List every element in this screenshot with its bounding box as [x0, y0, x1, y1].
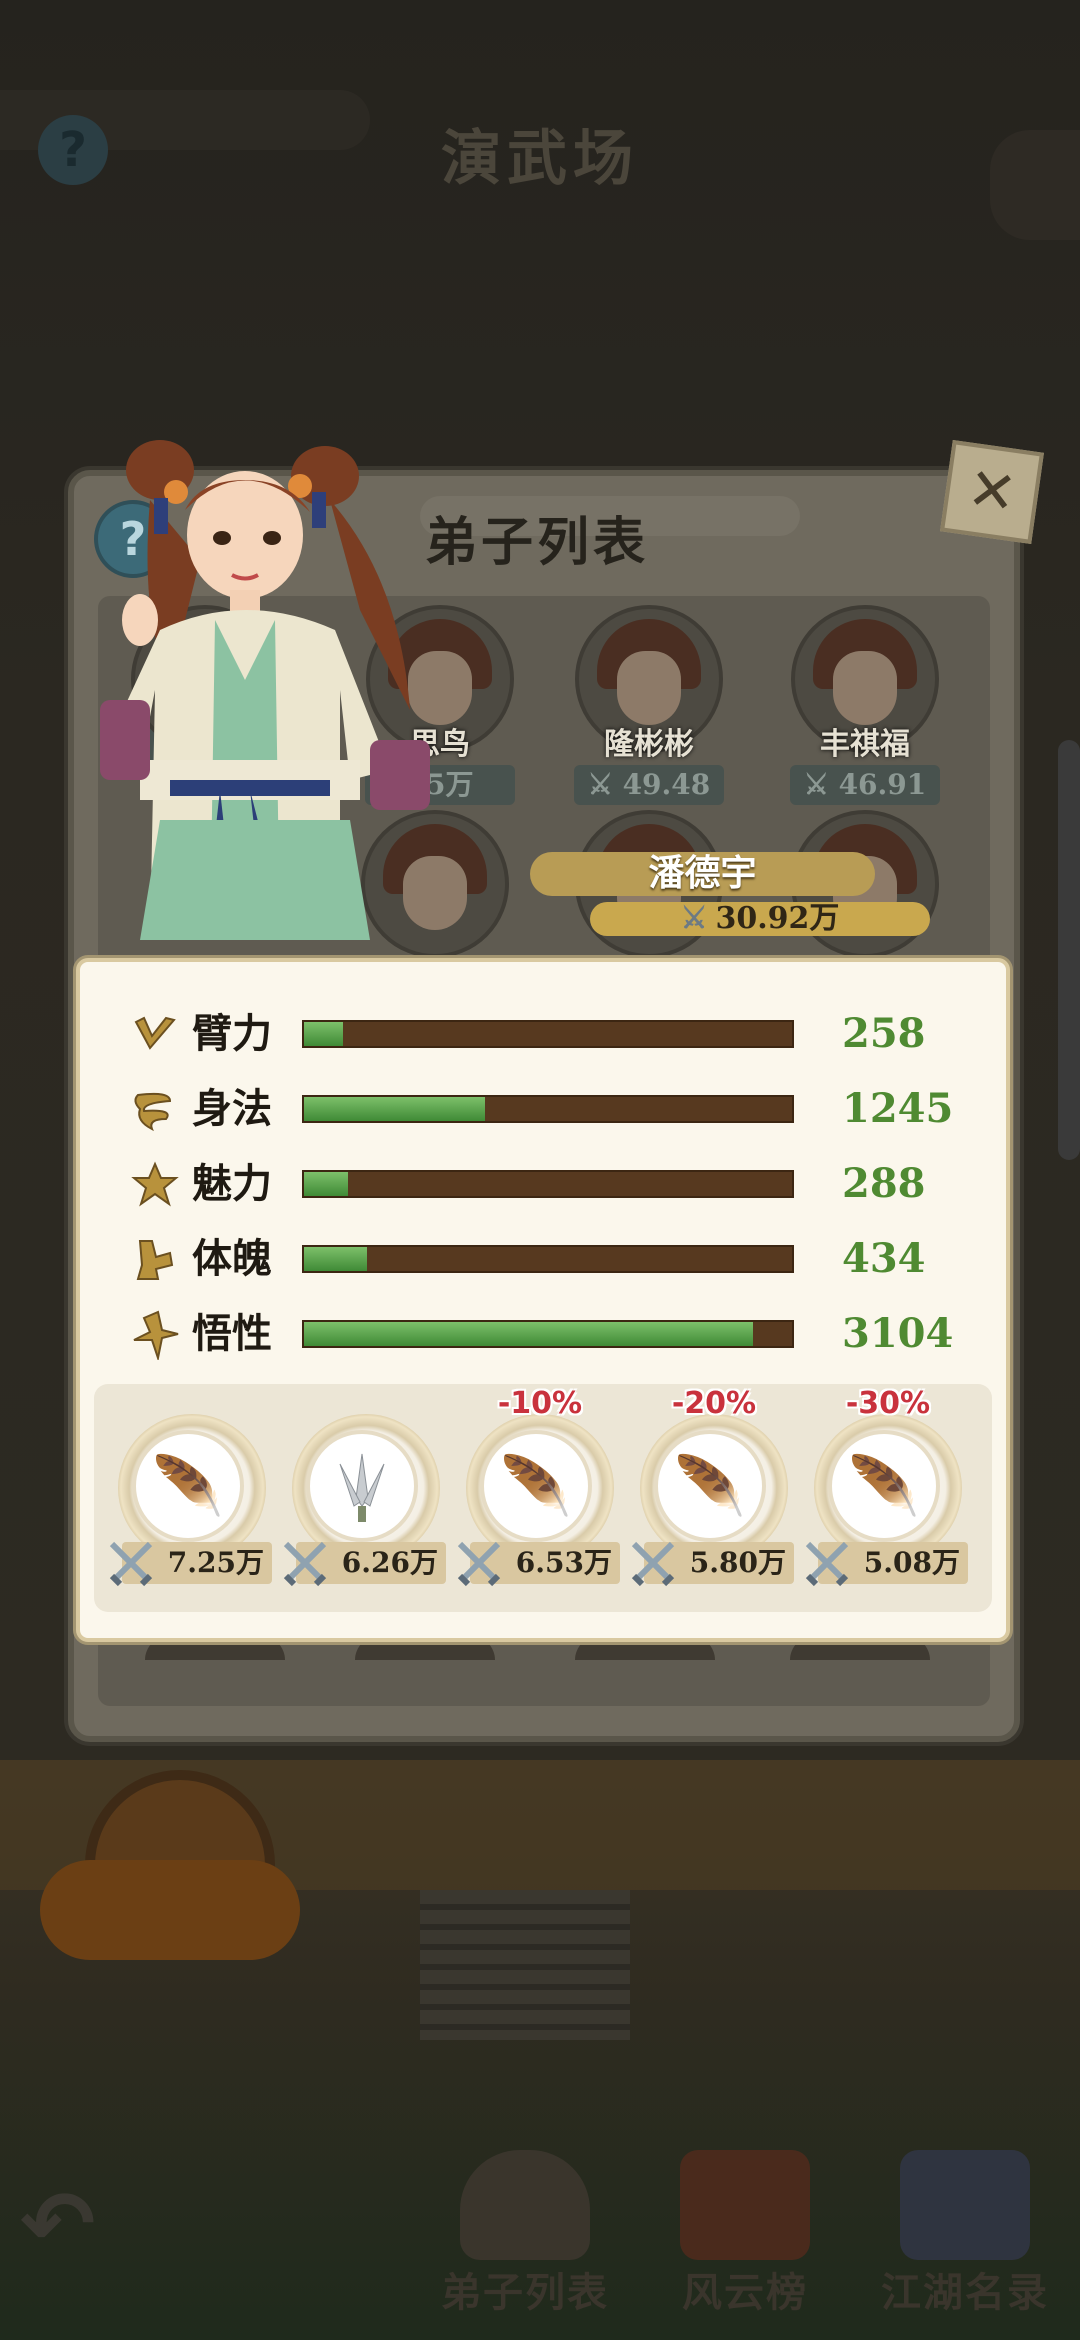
crossed-swords-icon: ⚔ — [680, 901, 708, 936]
equipment-tray: 🪶 7.25万 6.26万 🪶 -10% 6.53万 🪶 -20% 5.80万 — [94, 1384, 992, 1612]
feather-icon: 🪶 — [480, 1430, 592, 1542]
side-scrollbar[interactable] — [1058, 740, 1080, 1160]
stat-bar — [302, 1020, 794, 1048]
disciple-icon — [460, 2150, 590, 2260]
feather-icon: 🪶 — [132, 1430, 244, 1542]
back-arrow-icon[interactable]: ↶ — [20, 2180, 130, 2270]
equipment-slot[interactable]: 🪶 -20% 5.80万 — [631, 1386, 796, 1594]
scene-steps — [420, 1890, 630, 2040]
stat-bar-fill — [304, 1022, 344, 1046]
feather-icon: 🪶 — [654, 1430, 766, 1542]
nav-jianghu-directory[interactable]: 江湖名录 — [865, 2150, 1065, 2330]
nav-label: 弟子列表 — [441, 2269, 609, 2316]
crossed-swords-icon: ⚔ — [803, 768, 829, 801]
stat-bar — [302, 1095, 794, 1123]
equipment-slot[interactable]: 6.26万 — [283, 1414, 448, 1594]
stat-row-physique: 体魄 434 — [130, 1231, 990, 1287]
stat-bar-fill — [304, 1322, 753, 1346]
comprehension-icon — [133, 1310, 179, 1360]
physique-icon — [136, 1240, 174, 1280]
stat-bar — [302, 1245, 794, 1273]
stat-row-comprehension: 悟性 3104 — [130, 1306, 990, 1362]
stat-bar-fill — [304, 1247, 368, 1271]
close-icon[interactable]: ✕ — [940, 440, 1044, 544]
crossed-swords-icon — [805, 1541, 849, 1587]
feather-icon: 🪶 — [828, 1430, 940, 1542]
book-icon — [900, 2150, 1030, 2260]
equipment-slot[interactable]: 🪶 -10% 6.53万 — [457, 1386, 622, 1594]
crossed-swords-icon — [631, 1541, 675, 1587]
disciple-power: ⚔ 49.48万 — [574, 765, 724, 841]
stat-value: 3104 — [842, 1310, 954, 1357]
stat-label: 魅力 — [192, 1160, 272, 1207]
equipment-slot[interactable]: 🪶 7.25万 — [109, 1414, 274, 1594]
discount-tag: -20% — [671, 1386, 757, 1421]
disciple-name: 丰祺福 — [820, 727, 910, 762]
crossed-swords-icon — [283, 1541, 327, 1587]
selected-disciple-name: 潘德宇 — [530, 852, 875, 896]
disciple-power: ⚔ 46.91万 — [790, 765, 940, 841]
nav-ranking[interactable]: 风云榜 — [645, 2150, 845, 2330]
screen-title: 演武场 — [441, 124, 639, 194]
nav-label: 风云榜 — [682, 2269, 808, 2316]
selected-disciple-power: ⚔ 30.92万 — [590, 902, 930, 936]
throwing-knives-icon — [306, 1430, 418, 1542]
stats-card: 臂力 258 身法 1245 魅力 288 体魄 434 悟性 3104 🪶 7… — [76, 958, 1010, 1642]
crossed-swords-icon: ⚔ — [587, 768, 613, 801]
disciple-name: 隆彬彬 — [604, 727, 694, 762]
disciple-card[interactable]: 丰祺福 ⚔ 46.91万 — [790, 605, 940, 841]
stat-bar — [302, 1170, 794, 1198]
discount-tag: -10% — [497, 1386, 583, 1421]
stat-value: 288 — [842, 1160, 926, 1207]
nav-label: 江湖名录 — [881, 2269, 1049, 2316]
arm-strength-icon — [134, 1016, 176, 1050]
stat-value: 434 — [842, 1235, 926, 1282]
equipment-slot[interactable]: 🪶 -30% 5.08万 — [805, 1386, 970, 1594]
stat-value: 258 — [842, 1010, 926, 1057]
stat-row-agility: 身法 1245 — [130, 1081, 990, 1137]
crossed-swords-icon — [457, 1541, 501, 1587]
selected-power-value: 30.92万 — [715, 901, 840, 936]
character-portrait — [100, 440, 430, 940]
stat-bar-fill — [304, 1097, 485, 1121]
scene-gourd — [40, 1860, 300, 1960]
stat-label: 身法 — [192, 1085, 272, 1132]
stat-value: 1245 — [842, 1085, 954, 1132]
discount-tag: -30% — [845, 1386, 931, 1421]
stat-label: 体魄 — [192, 1235, 272, 1282]
charm-icon — [131, 1161, 179, 1207]
crossed-swords-icon — [109, 1541, 153, 1587]
agility-icon — [134, 1092, 172, 1132]
stat-bar-fill — [304, 1172, 348, 1196]
stat-label: 悟性 — [192, 1310, 272, 1357]
disciple-card[interactable]: 隆彬彬 ⚔ 49.48万 — [574, 605, 724, 841]
stat-row-arm-strength: 臂力 258 — [130, 1006, 990, 1062]
nav-disciple-list[interactable]: 弟子列表 — [425, 2150, 625, 2330]
stat-bar — [302, 1320, 794, 1348]
stat-label: 臂力 — [192, 1010, 272, 1057]
ranking-scroll-icon — [680, 2150, 810, 2260]
stat-row-charm: 魅力 288 — [130, 1156, 990, 1212]
